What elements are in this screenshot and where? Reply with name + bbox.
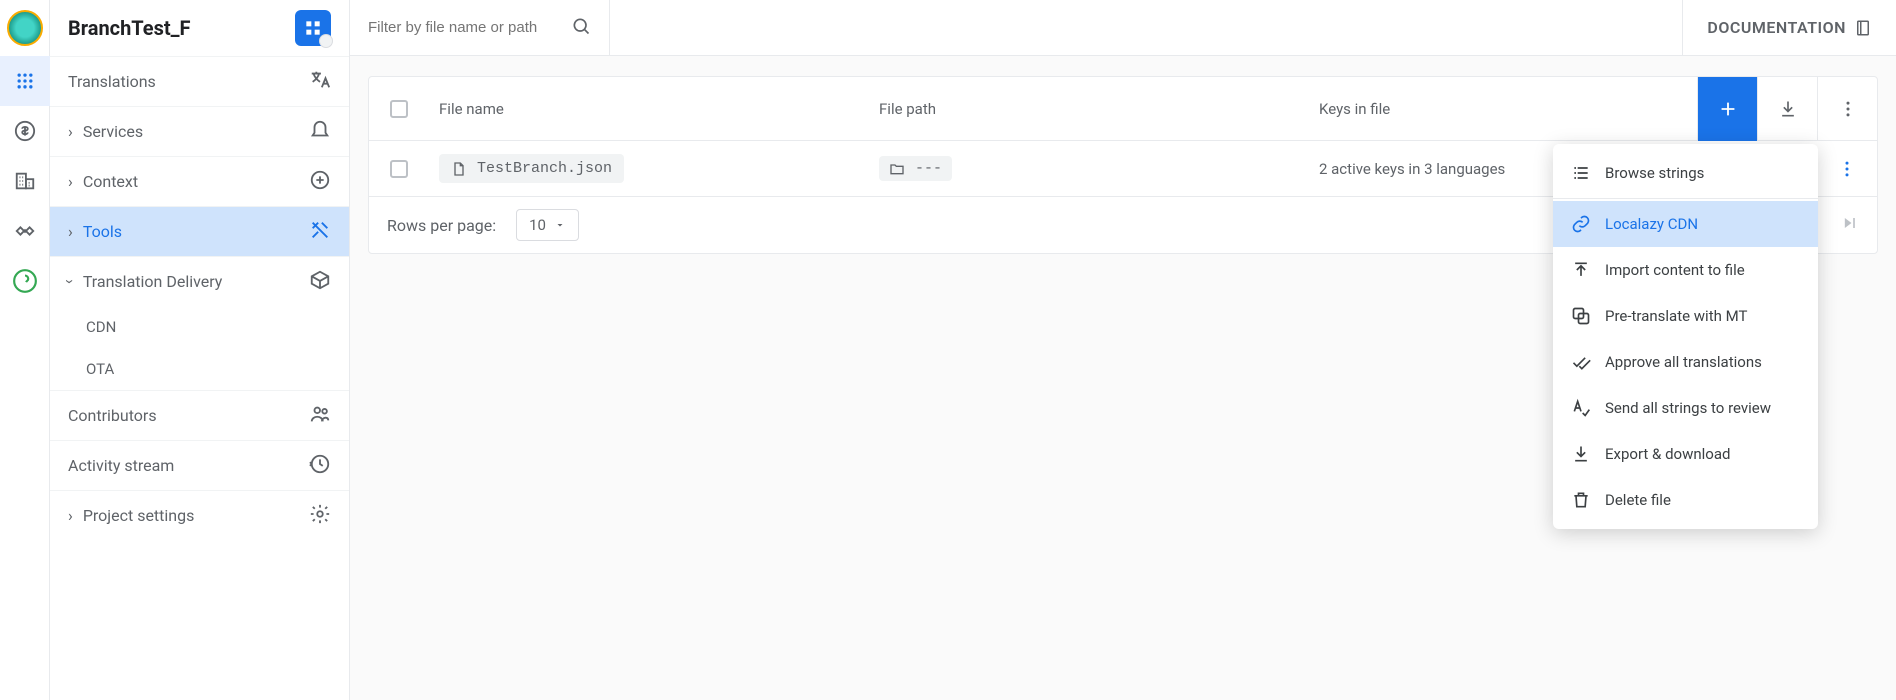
rows-per-page-label: Rows per page: (387, 216, 496, 235)
row-checkbox[interactable] (390, 160, 408, 178)
package-icon (309, 269, 331, 295)
pager-last-icon[interactable] (1839, 213, 1859, 237)
org-logo[interactable] (7, 10, 43, 46)
rows-per-page-select[interactable]: 10 (516, 209, 579, 241)
rail-apps-icon[interactable] (0, 56, 50, 106)
trash-icon (1571, 490, 1591, 510)
book-icon (1854, 19, 1872, 37)
topbar: DOCUMENTATION (350, 0, 1896, 56)
nav-contributors-label: Contributors (68, 406, 157, 425)
history-icon (309, 453, 331, 479)
nav-tools[interactable]: › Tools (50, 206, 349, 256)
plus-circle-icon (309, 169, 331, 195)
folder-icon (889, 161, 905, 177)
tools-icon (309, 219, 331, 245)
project-icon[interactable] (295, 10, 331, 46)
nav-contributors[interactable]: Contributors (50, 390, 349, 440)
rail-tip-icon[interactable] (0, 256, 50, 306)
translate-icon (309, 69, 331, 95)
rail-handshake-icon[interactable] (0, 206, 50, 256)
nav-project-settings[interactable]: › Project settings (50, 490, 349, 540)
file-path: --- (915, 160, 942, 177)
nav-tools-label: Tools (83, 222, 122, 241)
nav-ota[interactable]: OTA (50, 348, 349, 390)
menu-browse-strings[interactable]: Browse strings (1553, 150, 1818, 196)
nav-translation-delivery[interactable]: ›Translation Delivery (50, 256, 349, 306)
file-name: TestBranch.json (477, 160, 612, 177)
content-area: File name File path Keys in file (350, 56, 1896, 274)
select-all-checkbox[interactable] (390, 100, 408, 118)
project-title: BranchTest_F (68, 16, 191, 40)
chevron-right-icon: › (68, 506, 73, 525)
file-chip[interactable]: TestBranch.json (439, 154, 624, 183)
table-header: File name File path Keys in file (369, 77, 1877, 141)
nav-translations[interactable]: Translations (50, 56, 349, 106)
sidebar: BranchTest_F Translations › Services › Con… (50, 0, 350, 700)
chevron-right-icon: › (68, 172, 73, 191)
menu-approve[interactable]: Approve all translations (1553, 339, 1818, 385)
file-icon (451, 161, 467, 177)
nav-services-label: Services (83, 122, 143, 141)
nav-activity-label: Activity stream (68, 456, 174, 475)
documentation-label: DOCUMENTATION (1707, 18, 1846, 37)
row-actions-menu: Browse strings Localazy CDN Import conte… (1553, 144, 1818, 529)
rail-billing-icon[interactable] (0, 106, 50, 156)
chevron-down-icon: › (61, 279, 80, 284)
download-button[interactable] (1757, 77, 1817, 141)
path-chip[interactable]: --- (879, 156, 952, 181)
chevron-down-icon (554, 219, 566, 231)
check-all-icon (1571, 352, 1591, 372)
menu-separator (1553, 198, 1818, 199)
filter-box (350, 0, 610, 56)
sidebar-header: BranchTest_F (50, 0, 349, 56)
add-file-button[interactable] (1697, 77, 1757, 141)
people-icon (309, 403, 331, 429)
upload-icon (1571, 260, 1591, 280)
menu-localazy-cdn[interactable]: Localazy CDN (1553, 201, 1818, 247)
gear-icon (309, 503, 331, 529)
row-more-icon[interactable] (1817, 141, 1877, 197)
icon-rail (0, 0, 50, 700)
filter-input[interactable] (368, 19, 568, 36)
nav-translations-label: Translations (68, 72, 156, 91)
main-panel: DOCUMENTATION File name File path Keys i… (350, 0, 1896, 700)
link-icon (1571, 214, 1591, 234)
menu-export[interactable]: Export & download (1553, 431, 1818, 477)
rows-per-page-value: 10 (529, 216, 546, 234)
nav-activity[interactable]: Activity stream (50, 440, 349, 490)
nav-context[interactable]: › Context (50, 156, 349, 206)
spellcheck-icon (1571, 398, 1591, 418)
nav-services[interactable]: › Services (50, 106, 349, 156)
nav-settings-label: Project settings (83, 506, 195, 525)
col-keys: Keys in file (1309, 100, 1697, 118)
menu-delete[interactable]: Delete file (1553, 477, 1818, 523)
chevron-right-icon: › (68, 122, 73, 141)
mt-icon (1571, 306, 1591, 326)
menu-import[interactable]: Import content to file (1553, 247, 1818, 293)
menu-pretranslate[interactable]: Pre-translate with MT (1553, 293, 1818, 339)
documentation-link[interactable]: DOCUMENTATION (1682, 0, 1896, 56)
search-icon[interactable] (571, 16, 591, 40)
bell-icon (309, 119, 331, 145)
list-icon (1571, 163, 1591, 183)
menu-review[interactable]: Send all strings to review (1553, 385, 1818, 431)
col-filename: File name (429, 100, 869, 118)
col-filepath: File path (869, 100, 1309, 118)
rail-org-icon[interactable] (0, 156, 50, 206)
more-button[interactable] (1817, 77, 1877, 141)
download-icon (1571, 444, 1591, 464)
nav-delivery-label: Translation Delivery (83, 272, 223, 291)
chevron-right-icon: › (68, 222, 73, 241)
nav-context-label: Context (83, 172, 138, 191)
nav-cdn[interactable]: CDN (50, 306, 349, 348)
